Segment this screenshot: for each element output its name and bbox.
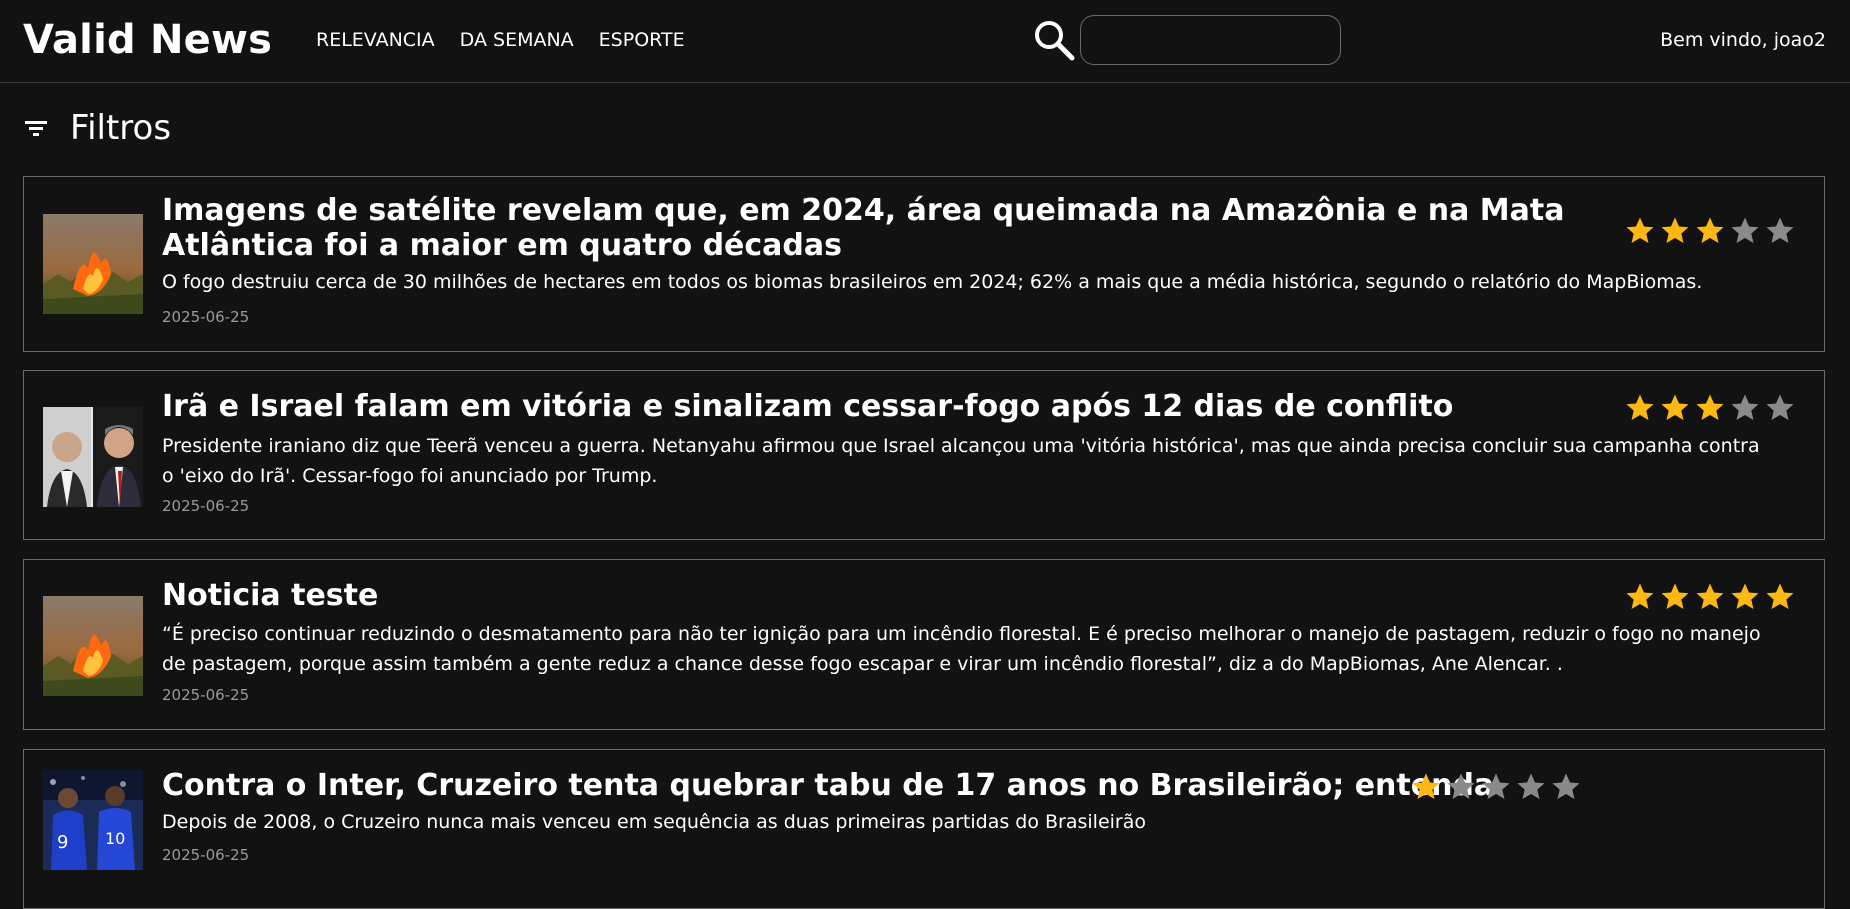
star-empty-icon[interactable] [1516, 772, 1546, 802]
main-nav: RELEVANCIA DA SEMANA ESPORTE [316, 26, 685, 54]
star-empty-icon[interactable] [1730, 216, 1760, 246]
news-summary: O fogo destruiu cerca de 30 milhões de h… [162, 271, 1703, 293]
star-filled-icon[interactable] [1695, 582, 1725, 612]
news-date: 2025-06-25 [162, 846, 250, 864]
star-empty-icon[interactable] [1446, 772, 1476, 802]
wildfire-thumbnail [43, 214, 143, 314]
search-input[interactable] [1080, 15, 1341, 65]
nav-link-da-semana[interactable]: DA SEMANA [460, 26, 574, 54]
news-card[interactable]: Noticia teste “É preciso continuar reduz… [23, 559, 1825, 730]
star-empty-icon[interactable] [1481, 772, 1511, 802]
leaders-portrait-thumbnail [43, 407, 143, 507]
star-filled-icon[interactable] [1660, 216, 1690, 246]
news-summary: “É preciso continuar reduzindo o desmata… [162, 623, 1761, 675]
star-empty-icon[interactable] [1730, 393, 1760, 423]
football-players-thumbnail: 9 10 [43, 770, 143, 870]
star-filled-icon[interactable] [1660, 393, 1690, 423]
star-filled-icon[interactable] [1411, 772, 1441, 802]
wildfire-thumbnail [43, 596, 143, 696]
top-navigation-bar: Valid News RELEVANCIA DA SEMANA ESPORTE … [0, 0, 1850, 83]
star-filled-icon[interactable] [1730, 582, 1760, 612]
filters-toggle[interactable]: Filtros [24, 106, 171, 150]
star-empty-icon[interactable] [1765, 393, 1795, 423]
star-filled-icon[interactable] [1660, 582, 1690, 612]
nav-link-relevancia[interactable]: RELEVANCIA [316, 26, 435, 54]
news-card[interactable]: 9 10 Contra o Inter, Cruzeiro tenta queb… [23, 749, 1825, 909]
star-filled-icon[interactable] [1625, 216, 1655, 246]
search-icon[interactable] [1032, 18, 1076, 62]
news-date: 2025-06-25 [162, 686, 250, 704]
star-filled-icon[interactable] [1625, 582, 1655, 612]
news-summary: Depois de 2008, o Cruzeiro nunca mais ve… [162, 811, 1147, 833]
nav-link-esporte[interactable]: ESPORTE [599, 26, 685, 54]
star-filled-icon[interactable] [1765, 582, 1795, 612]
news-card[interactable]: Irã e Israel falam em vitória e sinaliza… [23, 370, 1825, 540]
rating-stars[interactable] [1625, 582, 1795, 612]
rating-stars[interactable] [1625, 393, 1795, 423]
filter-icon [25, 121, 47, 136]
news-card[interactable]: Imagens de satélite revelam que, em 2024… [23, 176, 1825, 352]
filters-label: Filtros [70, 108, 172, 148]
star-empty-icon[interactable] [1551, 772, 1581, 802]
news-summary: Presidente iraniano diz que Teerã venceu… [162, 435, 1760, 487]
news-title[interactable]: Contra o Inter, Cruzeiro tenta quebrar t… [162, 768, 1494, 803]
rating-stars[interactable] [1411, 772, 1581, 802]
svg-text:10: 10 [105, 829, 125, 848]
news-date: 2025-06-25 [162, 497, 250, 515]
news-date: 2025-06-25 [162, 308, 250, 326]
star-filled-icon[interactable] [1625, 393, 1655, 423]
site-logo[interactable]: Valid News [23, 16, 272, 64]
welcome-message: Bem vindo, joao2 [1660, 29, 1826, 51]
news-title[interactable]: Imagens de satélite revelam que, em 2024… [162, 193, 1602, 263]
rating-stars[interactable] [1625, 216, 1795, 246]
news-title[interactable]: Noticia teste [162, 578, 1602, 613]
svg-text:9: 9 [57, 832, 68, 853]
star-filled-icon[interactable] [1695, 393, 1725, 423]
star-empty-icon[interactable] [1765, 216, 1795, 246]
star-filled-icon[interactable] [1695, 216, 1725, 246]
news-title[interactable]: Irã e Israel falam em vitória e sinaliza… [162, 389, 1602, 424]
